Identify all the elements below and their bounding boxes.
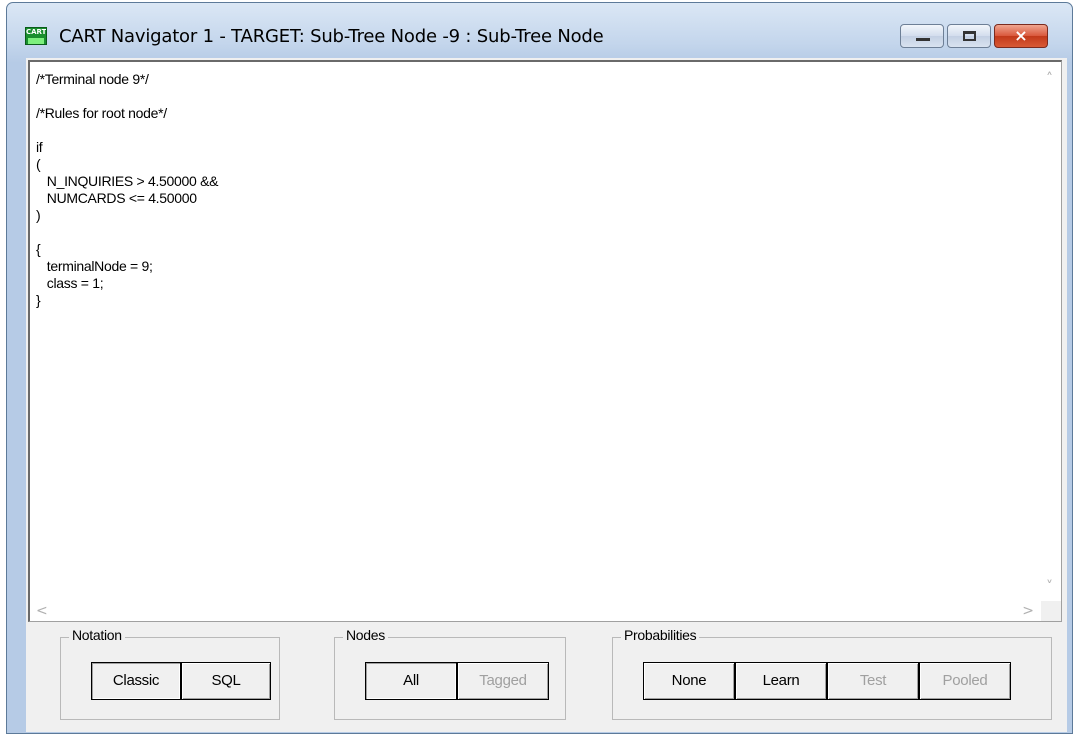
none-button[interactable]: None [643,662,735,700]
title-bar[interactable]: CART CART Navigator 1 - TARGET: Sub-Tree… [7,3,1072,59]
scroll-left-icon[interactable]: < [36,604,48,618]
code-line: N_INQUIRIES > 4.50000 && [36,173,219,189]
nodes-group: Nodes All Tagged [334,627,566,720]
close-button[interactable]: × [994,24,1048,48]
code-line: { [36,241,41,257]
cart-app-icon: CART [25,27,47,45]
probabilities-legend: Probabilities [621,627,700,643]
code-line: /*Rules for root node*/ [36,105,167,121]
close-icon: × [1014,26,1028,45]
code-line: NUMCARDS <= 4.50000 [36,190,197,206]
classic-button[interactable]: Classic [91,662,181,700]
code-line: } [36,292,41,308]
code-line: terminalNode = 9; [36,258,153,274]
code-line: ( [36,156,41,172]
code-line: if [36,139,43,155]
nodes-legend: Nodes [343,627,388,643]
app-icon-text: CART [26,28,47,36]
client-area: /*Terminal node 9*/ /*Rules for root node… [26,58,1067,732]
rules-text-view[interactable]: /*Terminal node 9*/ /*Rules for root node… [28,60,1062,622]
vertical-scrollbar[interactable]: ˄ ˅ [1041,62,1061,602]
code-line: ) [36,207,41,223]
code-line: /*Terminal node 9*/ [36,71,149,87]
rules-code: /*Terminal node 9*/ /*Rules for root node… [36,71,218,309]
sql-button[interactable]: SQL [181,662,271,700]
notation-group: Notation Classic SQL [60,627,280,720]
code-line: class = 1; [36,275,104,291]
notation-legend: Notation [69,627,125,643]
scroll-down-icon[interactable]: ˅ [1046,580,1053,594]
test-button[interactable]: Test [827,662,919,700]
all-button[interactable]: All [365,662,457,700]
maximize-icon [963,31,976,41]
maximize-button[interactable] [947,24,991,48]
horizontal-scrollbar[interactable]: < > [30,601,1042,621]
scroll-right-icon[interactable]: > [1022,604,1034,618]
pooled-button[interactable]: Pooled [919,662,1011,700]
minimize-icon [916,38,930,41]
learn-button[interactable]: Learn [735,662,827,700]
tagged-button[interactable]: Tagged [457,662,549,700]
probabilities-group: Probabilities None Learn Test Pooled [612,627,1052,720]
scroll-up-icon[interactable]: ˄ [1046,72,1053,86]
minimize-button[interactable] [900,24,944,48]
scrollbar-corner [1041,601,1061,621]
window-title: CART Navigator 1 - TARGET: Sub-Tree Node… [59,26,604,47]
